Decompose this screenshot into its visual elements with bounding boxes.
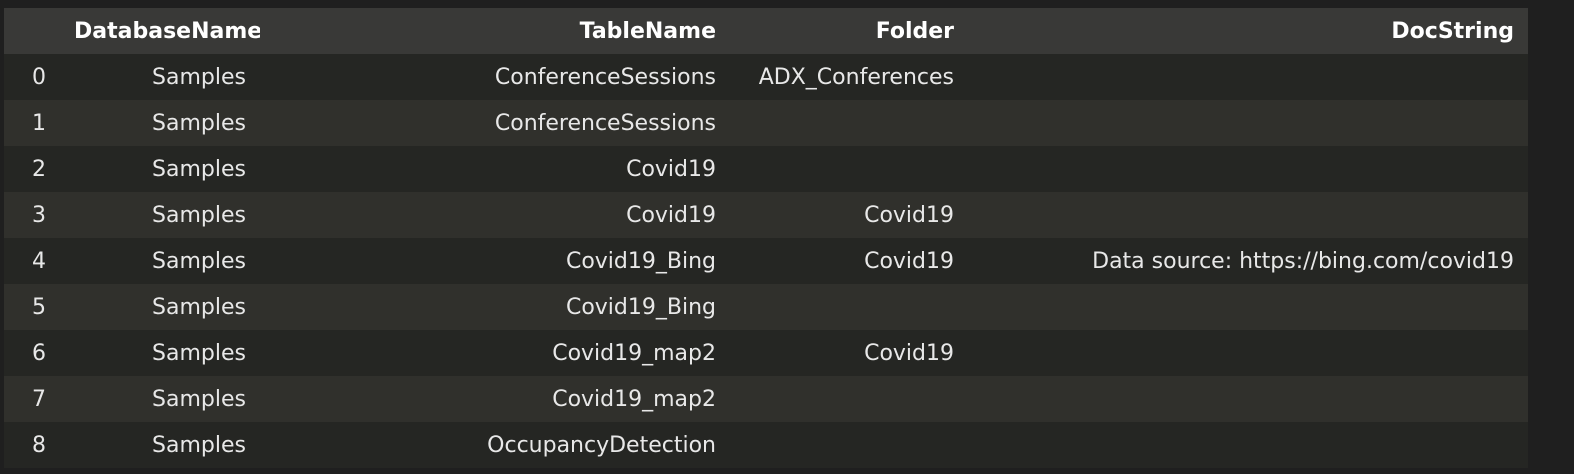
- cell-folder: [730, 100, 968, 146]
- table-row: 8 Samples OccupancyDetection: [4, 422, 1528, 468]
- cell-databasename: Samples: [152, 64, 246, 90]
- cell-docstring: Data source: https://bing.com/covid19: [1092, 248, 1514, 274]
- table-row: 5 Samples Covid19_Bing: [4, 284, 1528, 330]
- column-header-folder: Folder: [875, 18, 954, 44]
- cell-tablename: Covid19: [626, 156, 716, 182]
- cell-databasename: Samples: [152, 386, 246, 412]
- row-index: 6: [32, 340, 46, 366]
- cell-docstring: [968, 192, 1528, 238]
- table-row: 6 Samples Covid19_map2 Covid19: [4, 330, 1528, 376]
- cell-docstring: [968, 54, 1528, 100]
- cell-databasename: Samples: [152, 432, 246, 458]
- cell-databasename: Samples: [152, 294, 246, 320]
- index-header: [4, 8, 74, 54]
- cell-tablename: Covid19_Bing: [565, 248, 716, 274]
- cell-folder: [730, 376, 968, 422]
- table-row: 4 Samples Covid19_Bing Covid19 Data sour…: [4, 238, 1528, 284]
- table-row: 1 Samples ConferenceSessions: [4, 100, 1528, 146]
- header-row: DatabaseName TableName Folder DocString: [4, 8, 1528, 54]
- cell-databasename: Samples: [152, 110, 246, 136]
- dataframe-table: DatabaseName TableName Folder DocString …: [4, 8, 1528, 468]
- row-index: 1: [32, 110, 46, 136]
- cell-docstring: [968, 100, 1528, 146]
- cell-tablename: Covid19_map2: [552, 386, 716, 412]
- cell-docstring: [968, 284, 1528, 330]
- row-index: 7: [32, 386, 46, 412]
- cell-tablename: Covid19_Bing: [565, 294, 716, 320]
- row-index: 3: [32, 202, 46, 228]
- cell-tablename: Covid19_map2: [552, 340, 716, 366]
- row-index: 4: [32, 248, 46, 274]
- cell-docstring: [968, 146, 1528, 192]
- cell-folder: Covid19: [864, 202, 954, 228]
- dataframe-output: DatabaseName TableName Folder DocString …: [4, 8, 1528, 468]
- cell-docstring: [968, 330, 1528, 376]
- cell-folder: Covid19: [864, 248, 954, 274]
- cell-tablename: ConferenceSessions: [494, 110, 716, 136]
- row-index: 2: [32, 156, 46, 182]
- cell-tablename: OccupancyDetection: [487, 432, 716, 458]
- column-header-docstring: DocString: [1391, 18, 1514, 44]
- cell-databasename: Samples: [152, 156, 246, 182]
- cell-docstring: [968, 422, 1528, 468]
- table-row: 2 Samples Covid19: [4, 146, 1528, 192]
- cell-folder: [730, 422, 968, 468]
- table-row: 7 Samples Covid19_map2: [4, 376, 1528, 422]
- cell-tablename: Covid19: [626, 202, 716, 228]
- table-row: 0 Samples ConferenceSessions ADX_Confere…: [4, 54, 1528, 100]
- table-row: 3 Samples Covid19 Covid19: [4, 192, 1528, 238]
- cell-folder: [730, 284, 968, 330]
- row-index: 0: [32, 64, 46, 90]
- cell-databasename: Samples: [152, 340, 246, 366]
- cell-databasename: Samples: [152, 202, 246, 228]
- cell-folder: Covid19: [864, 340, 954, 366]
- column-header-databasename: DatabaseName: [74, 18, 260, 44]
- cell-folder: ADX_Conferences: [758, 64, 954, 90]
- cell-docstring: [968, 376, 1528, 422]
- cell-databasename: Samples: [152, 248, 246, 274]
- column-header-tablename: TableName: [579, 18, 716, 44]
- row-index: 5: [32, 294, 46, 320]
- cell-tablename: ConferenceSessions: [494, 64, 716, 90]
- row-index: 8: [32, 432, 46, 458]
- cell-folder: [730, 146, 968, 192]
